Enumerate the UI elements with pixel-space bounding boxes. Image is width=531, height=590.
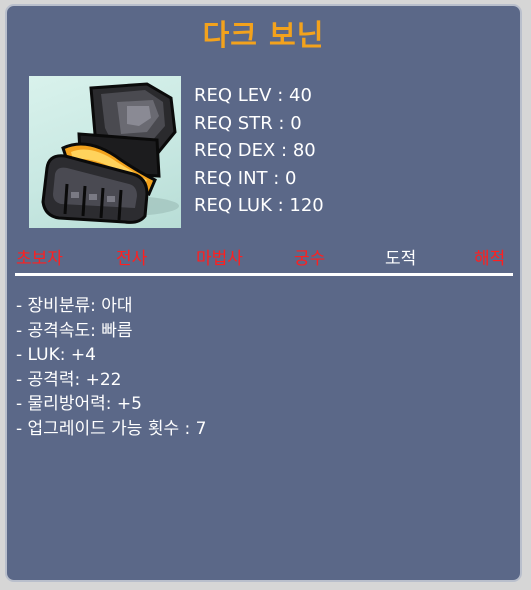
req-level: REQ LEV : 40 [194,85,312,106]
job-pirate: 해적 [474,249,506,269]
stat-upgrades: - 업그레이드 가능 횟수 : 7 [16,418,207,439]
job-magician: 마법사 [196,249,243,269]
requirements-list: REQ LEV : 40 REQ STR : 0 REQ DEX : 80 RE… [194,82,324,220]
stat-luk: - LUK: +4 [16,345,96,366]
divider [15,273,513,276]
stat-attack-speed: - 공격속도: 빠름 [16,320,133,341]
item-icon-frame [29,76,181,228]
req-dex: REQ DEX : 80 [194,140,316,161]
req-int: REQ INT : 0 [194,167,297,189]
req-luk: REQ LUK : 120 [194,195,324,216]
stat-defense: - 물리방어력: +5 [16,394,142,415]
job-archer: 궁수 [294,249,326,269]
job-warrior: 전사 [116,249,148,269]
req-str: REQ STR : 0 [194,112,302,134]
job-list: 초보자 전사 마법사 궁수 도적 해적 [7,244,524,269]
job-beginner: 초보자 [16,249,63,269]
dark-glove-icon [41,82,179,224]
stat-category: - 장비분류: 아대 [16,296,133,316]
item-tooltip: 다크 보닌 REQ LEV: 40 REQ STR: 0 REQ DEX:… [5,4,522,582]
item-stats: - 장비분류: 아대 - 공격속도: 빠름 - LUK: +4 - 공격력: +… [16,294,206,442]
job-thief: 도적 [385,249,417,269]
stat-attack: - 공격력: +22 [16,369,122,390]
item-name: 다크 보닌 [202,18,325,52]
